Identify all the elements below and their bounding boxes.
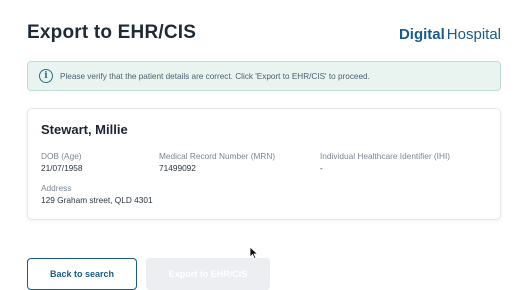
brand-logo-regular: Hospital <box>446 26 501 43</box>
address-label: Address <box>41 183 72 193</box>
info-banner: i Please verify that the patient details… <box>27 61 501 91</box>
mrn-value: 71499092 <box>159 163 196 173</box>
page-title: Export to EHR/CIS <box>27 22 197 43</box>
mouse-cursor-icon <box>249 246 259 260</box>
address-value: 129 Graham street, QLD 4301 <box>41 195 153 205</box>
info-icon: i <box>39 69 53 83</box>
ihi-field: Individual Healthcare Identifier (IHI) - <box>320 151 450 173</box>
dob-label: DOB (Age) <box>41 151 82 161</box>
brand-logo: Digital Hospital <box>399 26 501 43</box>
dob-value: 21/07/1958 <box>41 163 83 173</box>
export-to-ehr-button[interactable]: Export to EHR/CIS <box>146 258 270 290</box>
ihi-label: Individual Healthcare Identifier (IHI) <box>320 151 451 161</box>
info-banner-message: Please verify that the patient details a… <box>60 71 370 81</box>
brand-logo-bold: Digital <box>398 26 445 43</box>
address-field: Address 129 Graham street, QLD 4301 <box>41 183 153 205</box>
patient-name: Stewart, Millie <box>41 122 128 137</box>
mrn-field: Medical Record Number (MRN) 71499092 <box>159 151 275 173</box>
back-to-search-button[interactable]: Back to search <box>27 258 137 290</box>
mrn-label: Medical Record Number (MRN) <box>159 151 276 161</box>
patient-details-card: Stewart, Millie DOB (Age) 21/07/1958 Med… <box>27 108 501 220</box>
dob-field: DOB (Age) 21/07/1958 <box>41 151 83 173</box>
ihi-value: - <box>320 163 323 173</box>
